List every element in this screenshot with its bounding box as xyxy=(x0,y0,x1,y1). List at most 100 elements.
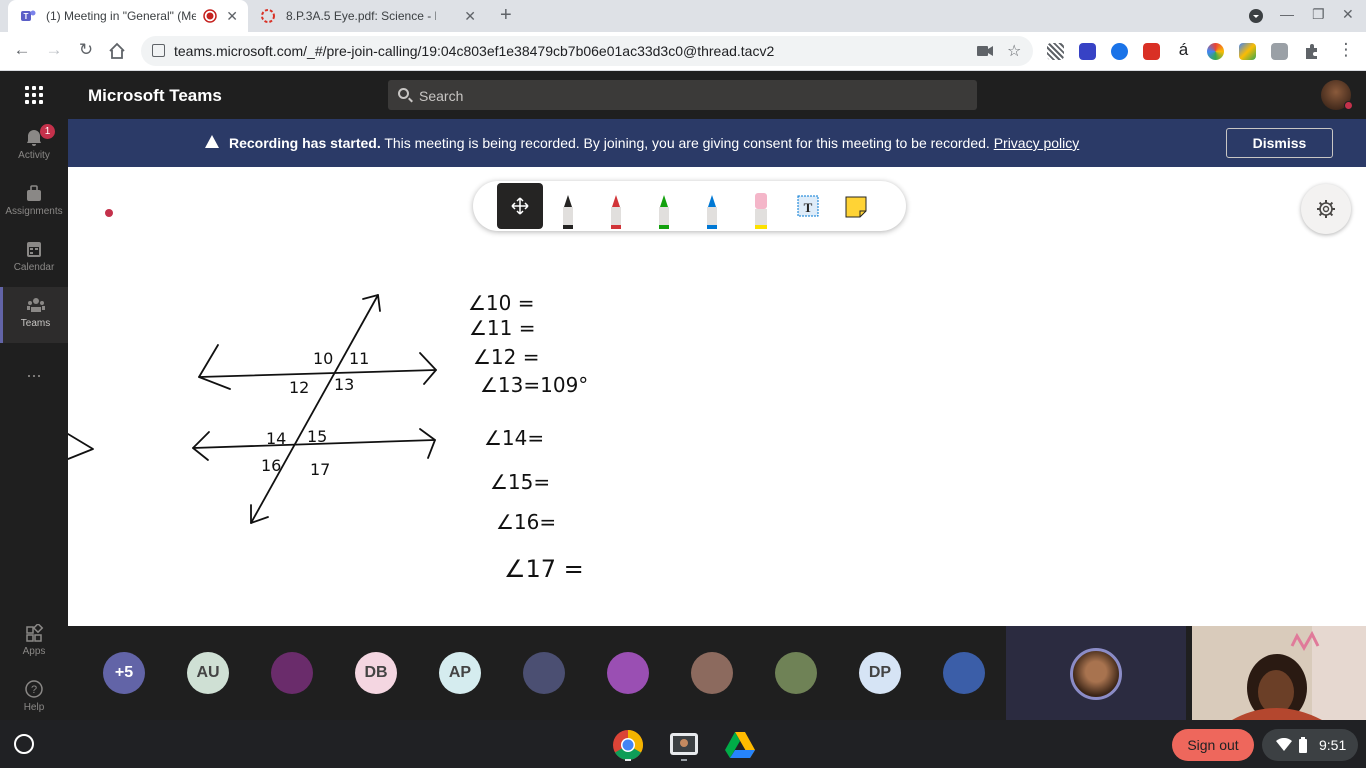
status-tray[interactable]: 9:51 xyxy=(1262,729,1358,761)
active-speaker-tile[interactable] xyxy=(1006,626,1186,720)
left-rail: 1 Activity Assignments Calendar Teams ..… xyxy=(0,119,68,720)
accent-extension-icon[interactable]: á xyxy=(1175,41,1192,60)
banner-text: This meeting is being recorded. By joini… xyxy=(380,135,994,151)
bookmark-star-icon[interactable]: ☆ xyxy=(1007,41,1021,61)
reload-icon[interactable]: ↻ xyxy=(74,40,98,60)
partial-arrow xyxy=(68,433,94,460)
arrowhead-top-transversal xyxy=(362,294,381,312)
participant-avatar[interactable] xyxy=(943,652,985,694)
chrome-app-icon[interactable] xyxy=(612,729,644,761)
briefcase-icon xyxy=(27,185,41,201)
color-extension-icon[interactable] xyxy=(1207,43,1224,60)
red-extension-icon[interactable] xyxy=(1143,43,1160,60)
rail-item-assignments[interactable]: Assignments xyxy=(0,175,68,231)
parallel-line-top xyxy=(198,369,437,378)
equation-angle-16: ∠16= xyxy=(496,510,556,534)
qr-extension-icon[interactable] xyxy=(1047,43,1064,60)
dismiss-button[interactable]: Dismiss xyxy=(1226,128,1333,158)
camera-icon[interactable] xyxy=(977,45,993,57)
os-shelf: Sign out 9:51 xyxy=(0,720,1366,768)
equation-angle-17: ∠17 = xyxy=(504,555,584,583)
arrowhead-left-bottom xyxy=(192,431,210,461)
back-icon[interactable]: ← xyxy=(10,40,34,60)
browser-tab-strip: T (1) Meeting in "General" (Me ✕ 8.P.3A.… xyxy=(0,0,1366,32)
meet-app-icon[interactable] xyxy=(668,729,700,761)
rail-item-activity[interactable]: 1 Activity xyxy=(0,119,68,175)
browser-menu-icon[interactable]: ⋮ xyxy=(1334,40,1358,60)
profile-avatar[interactable] xyxy=(1321,80,1353,110)
teams-favicon-icon: T xyxy=(21,10,36,21)
transversal-line xyxy=(250,294,379,524)
rail-item-calendar[interactable]: Calendar xyxy=(0,231,68,287)
angle-label-17: 17 xyxy=(310,460,330,479)
participant-avatar[interactable] xyxy=(607,652,649,694)
tab-close-icon[interactable]: ✕ xyxy=(226,8,238,25)
participant-avatar[interactable] xyxy=(691,652,733,694)
browser-toolbar: ← → ↻ teams.microsoft.com/_#/pre-join-ca… xyxy=(0,32,1366,71)
site-info-icon[interactable] xyxy=(152,44,165,57)
rail-label: Assignments xyxy=(5,206,63,217)
grey-extension-icon[interactable] xyxy=(1271,43,1288,60)
tab-search-icon[interactable] xyxy=(1248,8,1264,24)
participant-avatar[interactable] xyxy=(271,652,313,694)
equation-angle-13: ∠13=109° xyxy=(480,373,588,397)
angle-label-10: 10 xyxy=(313,349,333,368)
restore-icon[interactable]: ❐ xyxy=(1312,6,1325,23)
rail-item-teams[interactable]: Teams xyxy=(0,287,68,343)
rail-item-apps[interactable]: Apps xyxy=(0,615,68,671)
whiteboard-canvas[interactable]: T 10 11 12 13 14 15 16 17 ∠10 = ∠11 = ∠1… xyxy=(68,167,1366,626)
arrowhead-right-bottom xyxy=(419,428,436,459)
self-video-preview[interactable] xyxy=(1192,626,1366,720)
participant-avatar[interactable]: DP xyxy=(859,652,901,694)
rail-label: Activity xyxy=(18,150,50,161)
apps-icon xyxy=(26,624,44,642)
participant-avatar[interactable] xyxy=(523,652,565,694)
arrowhead-left-top xyxy=(198,344,231,390)
shield-extension-icon[interactable] xyxy=(1111,43,1128,60)
minimize-icon[interactable]: — xyxy=(1280,6,1294,22)
help-icon: ? xyxy=(25,680,43,698)
equation-angle-11: ∠11 = xyxy=(469,316,536,340)
sign-out-button[interactable]: Sign out xyxy=(1172,729,1254,761)
more-icon: ... xyxy=(26,361,42,381)
warning-icon xyxy=(205,135,219,148)
address-bar[interactable]: teams.microsoft.com/_#/pre-join-calling/… xyxy=(141,36,1033,66)
rail-label: Calendar xyxy=(13,262,55,273)
forward-icon[interactable]: → xyxy=(42,40,66,60)
home-icon[interactable] xyxy=(108,42,126,60)
equation-angle-12: ∠12 = xyxy=(473,345,540,369)
tab-label: (1) Meeting in "General" (Me xyxy=(46,9,196,23)
close-window-icon[interactable]: ✕ xyxy=(1342,6,1354,23)
overflow-participants-button[interactable]: +5 xyxy=(103,652,145,694)
app-title: Microsoft Teams xyxy=(88,86,222,105)
clock-time: 9:51 xyxy=(1319,737,1347,753)
search-input[interactable]: Search xyxy=(388,80,977,110)
pen-extension-icon[interactable] xyxy=(1239,43,1256,60)
banner-title: Recording has started. xyxy=(229,135,381,151)
launcher-icon[interactable] xyxy=(14,734,34,754)
extensions-puzzle-icon[interactable] xyxy=(1303,43,1320,60)
svg-text:T: T xyxy=(24,12,29,21)
rail-item-more[interactable]: ... xyxy=(0,343,68,399)
drive-app-icon[interactable] xyxy=(724,729,756,761)
angle-label-14: 14 xyxy=(266,429,286,448)
angle-label-16: 16 xyxy=(261,456,281,475)
new-tab-button[interactable]: + xyxy=(500,4,512,27)
rail-item-help[interactable]: ? Help xyxy=(0,671,68,727)
equation-angle-10: ∠10 = xyxy=(468,291,535,315)
privacy-policy-link[interactable]: Privacy policy xyxy=(994,135,1080,151)
participant-avatar[interactable]: AP xyxy=(439,652,481,694)
participant-avatar[interactable]: DB xyxy=(355,652,397,694)
tab-close-icon[interactable]: ✕ xyxy=(464,8,476,25)
participant-avatar[interactable]: AU xyxy=(187,652,229,694)
equation-angle-14: ∠14= xyxy=(484,426,544,450)
tab-pdf[interactable]: 8.P.3A.5 Eye.pdf: Science - Brow ✕ xyxy=(248,0,486,32)
c-extension-icon[interactable] xyxy=(1079,43,1096,60)
video-feed xyxy=(1192,626,1366,720)
participant-strip: +5 AU DB AP DP xyxy=(68,626,1366,720)
tab-teams-meeting[interactable]: T (1) Meeting in "General" (Me ✕ xyxy=(8,0,248,32)
angle-label-15: 15 xyxy=(307,427,327,446)
participant-avatar[interactable] xyxy=(775,652,817,694)
app-launcher-icon[interactable] xyxy=(25,86,43,104)
equation-angle-15: ∠15= xyxy=(490,470,550,494)
